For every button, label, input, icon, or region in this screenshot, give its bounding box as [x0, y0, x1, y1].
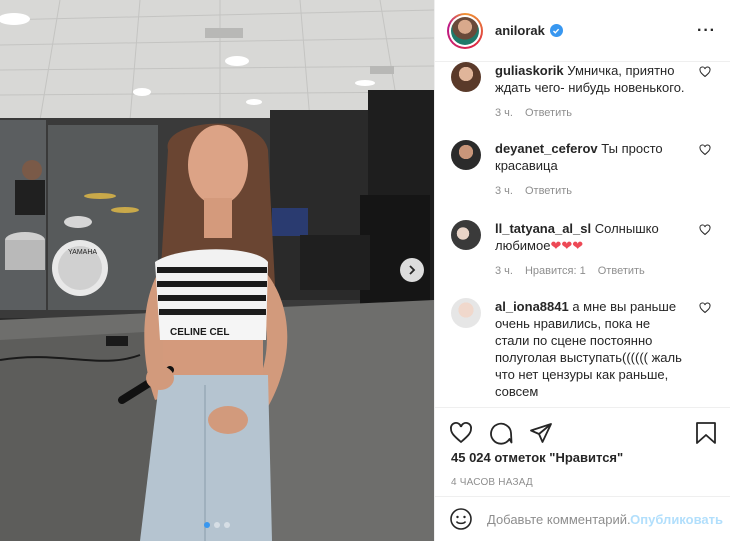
- post-panel: anilorak ··· guliaskorik Умничка, приятн…: [434, 0, 730, 541]
- action-icons-row: [435, 408, 730, 450]
- reply-button[interactable]: Ответить: [525, 183, 572, 200]
- comment-username[interactable]: guliaskorik: [495, 63, 564, 78]
- share-icon: [530, 423, 552, 443]
- commenter-avatar[interactable]: [451, 298, 481, 328]
- reply-button[interactable]: Ответить: [525, 105, 572, 122]
- save-button[interactable]: [695, 421, 717, 445]
- comment-username[interactable]: al_iona8841: [495, 299, 569, 314]
- comment-likes-count[interactable]: Нравится: 1: [525, 263, 586, 280]
- comment-age[interactable]: 3 ч.: [495, 263, 513, 280]
- comments-list: guliaskorik Умничка, приятно ждать чего-…: [435, 62, 730, 407]
- emoji-button[interactable]: [449, 507, 473, 531]
- post-photo[interactable]: YAMAHA CELINE CEL: [0, 0, 434, 541]
- post-actions: 45 024 отметок "Нравится" 4 ЧАСОВ НАЗАД: [435, 407, 730, 507]
- author-username[interactable]: anilorak: [495, 23, 545, 38]
- comment-age[interactable]: 3 ч.: [495, 183, 513, 200]
- next-arrow-icon: [409, 265, 416, 275]
- share-button[interactable]: [529, 421, 553, 445]
- reply-button[interactable]: Ответить: [598, 263, 645, 280]
- more-options-icon[interactable]: ···: [697, 22, 716, 40]
- carousel-dot: [214, 522, 220, 528]
- comment-heart-icon[interactable]: [699, 224, 711, 236]
- studio-photo-illustration: YAMAHA CELINE CEL: [0, 0, 434, 541]
- comment-input[interactable]: [487, 511, 631, 527]
- carousel-dot: [224, 522, 230, 528]
- comment-text: а мне вы раньше очень нравились, пока не…: [495, 299, 682, 399]
- comment-hearts: ❤❤❤: [550, 238, 584, 253]
- comment-item: deyanet_ceferov Ты просто красавица 3 ч.…: [451, 140, 721, 200]
- publish-button[interactable]: Опубликовать: [630, 512, 723, 527]
- heart-icon: [450, 422, 472, 444]
- like-button[interactable]: [449, 421, 473, 445]
- author-avatar[interactable]: [447, 12, 483, 49]
- comment-username[interactable]: ll_tatyana_al_sl: [495, 221, 591, 236]
- carousel-next-button[interactable]: [400, 258, 424, 282]
- comment-item: guliaskorik Умничка, приятно ждать чего-…: [451, 62, 721, 122]
- comment-heart-icon[interactable]: [699, 144, 711, 156]
- comment-item: al_iona8841 а мне вы раньше очень нравил…: [451, 298, 721, 400]
- commenter-avatar[interactable]: [451, 220, 481, 250]
- post-header: anilorak ···: [435, 0, 730, 62]
- comment-button[interactable]: [489, 421, 513, 445]
- comment-item: ll_tatyana_al_sl Солнышко любимое❤❤❤ 3 ч…: [451, 220, 721, 280]
- comment-icon: [490, 422, 513, 445]
- commenter-avatar[interactable]: [451, 62, 481, 92]
- comment-composer: Опубликовать: [435, 496, 730, 541]
- emoji-icon: [450, 508, 472, 530]
- carousel-indicator: [204, 522, 230, 528]
- likes-count[interactable]: 45 024 отметок "Нравится": [435, 450, 730, 465]
- comment-heart-icon[interactable]: [699, 302, 711, 314]
- comment-username[interactable]: deyanet_ceferov: [495, 141, 598, 156]
- verified-badge-icon: [549, 24, 563, 37]
- carousel-dot: [204, 522, 210, 528]
- bookmark-icon: [696, 422, 716, 444]
- comment-age[interactable]: 3 ч.: [495, 105, 513, 122]
- svg-text:CELINE CEL: CELINE CEL: [170, 327, 229, 338]
- comment-heart-icon[interactable]: [699, 66, 711, 78]
- svg-text:YAMAHA: YAMAHA: [68, 249, 97, 256]
- commenter-avatar[interactable]: [451, 140, 481, 170]
- post-timestamp[interactable]: 4 ЧАСОВ НАЗАД: [435, 477, 730, 488]
